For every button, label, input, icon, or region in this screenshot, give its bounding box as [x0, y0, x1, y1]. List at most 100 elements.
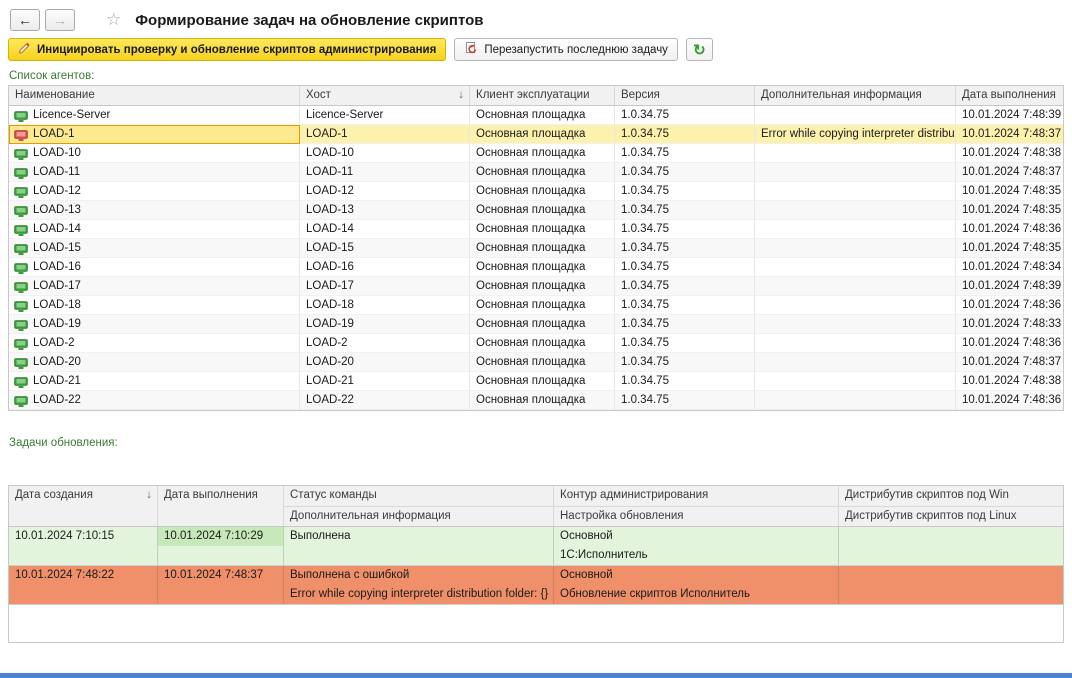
task-dist-win — [839, 527, 1063, 546]
task-update-setting: 1С:Исполнитель — [560, 549, 648, 561]
agent-client: Основная площадка — [470, 163, 615, 182]
agent-name-cell: LOAD-11 — [9, 163, 300, 182]
table-row[interactable]: LOAD-22 LOAD-22 Основная площадка 1.0.34… — [9, 391, 1063, 410]
task-update-setting: Обновление скриптов Исполнитель — [560, 588, 750, 600]
column-header-client-label: Клиент эксплуатации — [476, 89, 590, 101]
table-row[interactable]: LOAD-10 LOAD-10 Основная площадка 1.0.34… — [9, 144, 1063, 163]
table-row[interactable]: LOAD-14 LOAD-14 Основная площадка 1.0.34… — [9, 220, 1063, 239]
task-additional-info: Error while copying interpreter distribu… — [290, 588, 549, 600]
table-row[interactable]: LOAD-2 LOAD-2 Основная площадка 1.0.34.7… — [9, 334, 1063, 353]
table-row[interactable]: LOAD-16 LOAD-16 Основная площадка 1.0.34… — [9, 258, 1063, 277]
agent-version: 1.0.34.75 — [615, 163, 755, 182]
agent-version: 1.0.34.75 — [615, 220, 755, 239]
table-row[interactable]: LOAD-19 LOAD-19 Основная площадка 1.0.34… — [9, 315, 1063, 334]
agent-status-icon — [14, 319, 28, 331]
agent-host: LOAD-21 — [300, 372, 470, 391]
agent-info — [755, 163, 956, 182]
task-contour-cell: Основной Обновление скриптов Исполнитель — [554, 566, 839, 604]
column-header-version[interactable]: Версия — [615, 86, 755, 105]
table-row[interactable]: Licence-Server Licence-Server Основная п… — [9, 106, 1063, 125]
agent-exec-date: 10.01.2024 7:48:37 — [956, 125, 1063, 144]
agent-name-cell: LOAD-2 — [9, 334, 300, 353]
column-header-status-label: Статус команды — [290, 489, 377, 501]
column-header-contour-setting[interactable]: Контур администрирования Настройка обнов… — [554, 486, 839, 526]
agent-version: 1.0.34.75 — [615, 201, 755, 220]
agent-host: Licence-Server — [300, 106, 470, 125]
agent-exec-date: 10.01.2024 7:48:36 — [956, 220, 1063, 239]
column-header-date[interactable]: Дата выполнения — [956, 86, 1063, 105]
agents-table-body: Licence-Server Licence-Server Основная п… — [9, 106, 1063, 410]
table-row[interactable]: LOAD-13 LOAD-13 Основная площадка 1.0.34… — [9, 201, 1063, 220]
agent-name: LOAD-18 — [33, 299, 81, 311]
agent-info — [755, 239, 956, 258]
agents-table-header: Наименование Хост ↓ Клиент эксплуатации В… — [9, 86, 1063, 106]
agent-exec-date: 10.01.2024 7:48:35 — [956, 182, 1063, 201]
task-status: Выполнена с ошибкой — [290, 569, 410, 581]
column-header-host[interactable]: Хост ↓ — [300, 86, 470, 105]
agent-name-cell: LOAD-16 — [9, 258, 300, 277]
agent-info — [755, 296, 956, 315]
column-header-version-label: Версия — [621, 89, 660, 101]
agent-exec-date: 10.01.2024 7:48:33 — [956, 315, 1063, 334]
restart-last-task-button[interactable]: Перезапустить последнюю задачу — [454, 38, 678, 61]
tasks-table: Дата создания ↓ Дата выполнения Статус ко… — [8, 485, 1064, 643]
agent-name: LOAD-14 — [33, 223, 81, 235]
agent-client: Основная площадка — [470, 296, 615, 315]
column-header-host-label: Хост — [306, 89, 331, 101]
agent-status-icon — [14, 376, 28, 388]
refresh-button[interactable]: ↻ — [685, 38, 713, 61]
table-row[interactable]: LOAD-20 LOAD-20 Основная площадка 1.0.34… — [9, 353, 1063, 372]
favorite-star-icon[interactable]: ☆ — [106, 10, 121, 30]
agent-info — [755, 391, 956, 410]
agent-client: Основная площадка — [470, 372, 615, 391]
agent-info — [755, 277, 956, 296]
agent-host: LOAD-14 — [300, 220, 470, 239]
agent-version: 1.0.34.75 — [615, 125, 755, 144]
agent-host: LOAD-12 — [300, 182, 470, 201]
agent-status-icon — [14, 224, 28, 236]
table-row[interactable]: LOAD-11 LOAD-11 Основная площадка 1.0.34… — [9, 163, 1063, 182]
task-row[interactable]: 10.01.2024 7:10:15 10.01.2024 7:10:29 Вы… — [9, 527, 1063, 566]
column-header-name-label: Наименование — [15, 89, 95, 101]
column-header-name[interactable]: Наименование — [9, 86, 300, 105]
table-row[interactable]: LOAD-1 LOAD-1 Основная площадка 1.0.34.7… — [9, 125, 1063, 144]
agent-name-cell: LOAD-21 — [9, 372, 300, 391]
column-header-client[interactable]: Клиент эксплуатации — [470, 86, 615, 105]
init-update-button[interactable]: Инициировать проверку и обновление скрип… — [8, 38, 447, 61]
back-arrow-icon: ← — [18, 12, 32, 28]
table-row[interactable]: LOAD-18 LOAD-18 Основная площадка 1.0.34… — [9, 296, 1063, 315]
agent-version: 1.0.34.75 — [615, 353, 755, 372]
window-bottom-edge — [0, 673, 1072, 678]
forward-arrow-icon: → — [53, 12, 67, 28]
task-distributive-cell — [839, 527, 1063, 565]
init-update-label: Инициировать проверку и обновление скрип… — [37, 43, 437, 56]
column-header-status-info[interactable]: Статус команды Дополнительная информация — [284, 486, 554, 526]
back-button[interactable]: ← — [10, 9, 40, 31]
table-row[interactable]: LOAD-17 LOAD-17 Основная площадка 1.0.34… — [9, 277, 1063, 296]
column-header-executed-label: Дата выполнения — [164, 489, 258, 501]
agent-version: 1.0.34.75 — [615, 258, 755, 277]
table-row[interactable]: LOAD-12 LOAD-12 Основная площадка 1.0.34… — [9, 182, 1063, 201]
sort-desc-icon: ↓ — [146, 489, 152, 501]
task-contour: Основной — [560, 530, 613, 542]
task-row[interactable]: 10.01.2024 7:48:22 10.01.2024 7:48:37 Вы… — [9, 566, 1063, 605]
agent-version: 1.0.34.75 — [615, 391, 755, 410]
column-header-created[interactable]: Дата создания ↓ — [9, 486, 158, 526]
agent-info — [755, 220, 956, 239]
column-header-distributives[interactable]: Дистрибутив скриптов под Win Дистрибутив… — [839, 486, 1063, 526]
task-executed-date: 10.01.2024 7:10:29 — [158, 527, 283, 546]
column-header-dist-linux-label: Дистрибутив скриптов под Linux — [845, 510, 1017, 522]
task-executed-cell: 10.01.2024 7:10:29 — [158, 527, 284, 565]
agent-name-cell: LOAD-1 — [9, 125, 300, 144]
column-header-executed[interactable]: Дата выполнения — [158, 486, 284, 526]
table-row[interactable]: LOAD-21 LOAD-21 Основная площадка 1.0.34… — [9, 372, 1063, 391]
agent-exec-date: 10.01.2024 7:48:36 — [956, 391, 1063, 410]
sort-desc-icon: ↓ — [458, 89, 464, 101]
forward-button[interactable]: → — [45, 9, 75, 31]
agent-client: Основная площадка — [470, 315, 615, 334]
table-row[interactable]: LOAD-15 LOAD-15 Основная площадка 1.0.34… — [9, 239, 1063, 258]
agent-name: LOAD-13 — [33, 204, 81, 216]
column-header-info[interactable]: Дополнительная информация — [755, 86, 956, 105]
column-header-date-label: Дата выполнения — [962, 89, 1056, 101]
agent-name-cell: LOAD-14 — [9, 220, 300, 239]
